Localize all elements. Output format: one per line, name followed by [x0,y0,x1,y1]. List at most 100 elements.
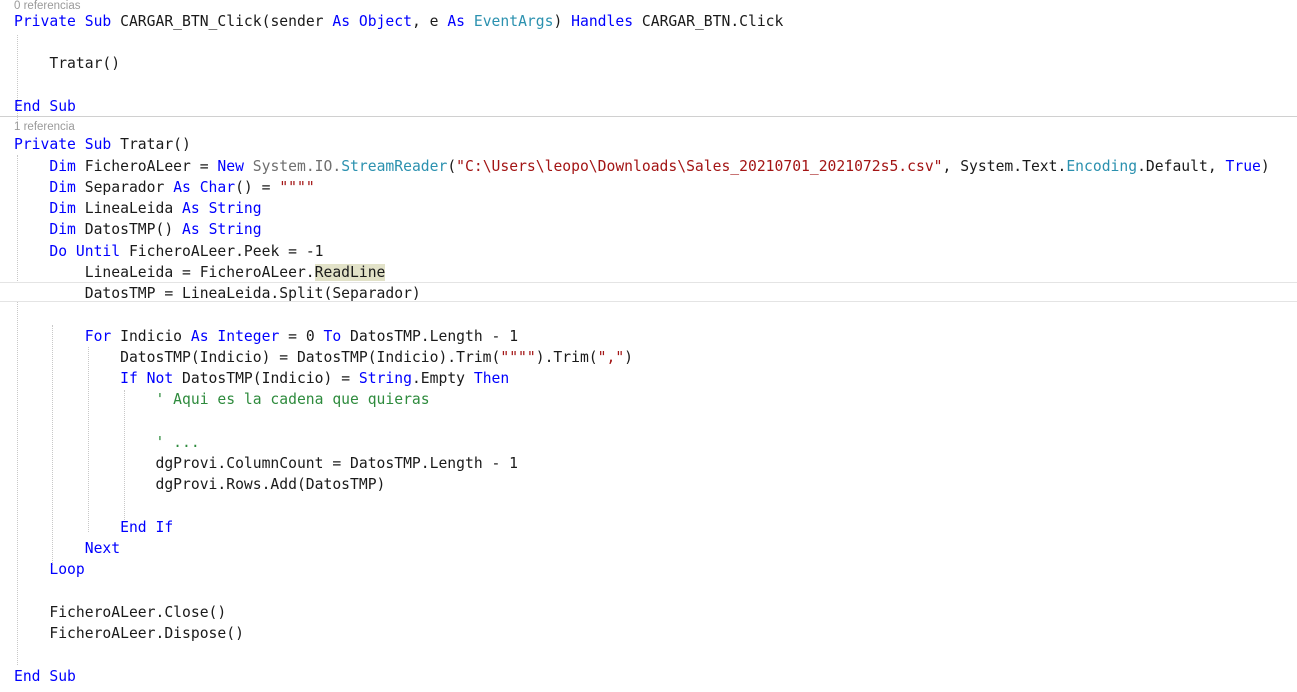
code-token: """" [279,179,315,196]
codelens-reference-count[interactable]: 1 referencia [0,120,75,134]
code-token: DatosTMP() [75,221,183,238]
code-line[interactable]: Loop [0,559,85,580]
code-line[interactable] [0,644,23,665]
code-token: Loop [49,561,85,578]
code-token: , e [411,13,448,30]
code-line[interactable]: DatosTMP = LineaLeida.Split(Separador) [0,283,421,304]
code-token: Private [14,136,76,153]
code-token: Object [358,13,412,30]
code-token: FicheroALeer = [75,158,218,175]
code-line[interactable]: DatosTMP(Indicio) = DatosTMP(Indicio).Tr… [0,347,633,368]
code-line[interactable]: Do Until FicheroALeer.Peek = -1 [0,241,324,262]
code-token: Private [14,13,76,30]
code-editor-surface[interactable]: 0 referencias 1 referencia Private Sub CA… [0,0,1297,692]
code-line[interactable] [0,74,23,95]
code-token: DatosTMP(Indicio) = [173,370,359,387]
code-token: If [120,370,138,387]
code-token: StreamReader [341,158,448,175]
code-token: Sub [49,98,76,115]
code-token: For [84,328,112,345]
code-token: As [182,221,200,238]
code-token: CARGAR_BTN.Click [633,13,784,30]
code-line[interactable]: dgProvi.Rows.Add(DatosTMP) [0,474,385,495]
highlighted-symbol: ReadLine [314,264,386,281]
code-line[interactable]: LineaLeida = FicheroALeer.ReadLine [0,262,386,283]
codelens-separator [0,116,1297,117]
code-token: Then [473,370,510,387]
code-token: End [14,668,41,685]
code-token: If [155,519,174,536]
code-token: Next [84,540,121,557]
code-line[interactable]: ' ... [0,432,200,453]
code-line[interactable]: FicheroALeer.Close() [0,602,226,623]
code-token: As [190,328,209,345]
code-token: To [323,328,342,345]
code-token: , System.Text. [942,158,1067,175]
code-line[interactable]: Private Sub Tratar() [0,134,191,155]
code-token: As [182,200,200,217]
code-token: EventArgs [473,13,554,30]
code-line[interactable]: End Sub [0,666,76,687]
code-line[interactable]: FicheroALeer.Dispose() [0,623,244,644]
code-token: String [208,221,262,238]
code-token: New [217,158,244,175]
code-token: DatosTMP(Indicio) = DatosTMP(Indicio).Tr… [14,349,501,366]
code-line[interactable]: Dim Separador As Char() = """" [0,177,315,198]
code-line[interactable]: Next [0,538,120,559]
code-token: As [173,179,191,196]
code-line[interactable]: Tratar() [0,53,120,74]
code-token: Sub [84,13,112,30]
code-token: IO [314,158,333,175]
code-token: Dim [49,158,76,175]
code-token: Integer [217,328,280,345]
code-line[interactable] [0,580,23,601]
code-line[interactable]: dgProvi.ColumnCount = DatosTMP.Length - … [0,453,518,474]
code-line[interactable] [0,495,23,516]
code-token: Handles [571,13,634,30]
code-token: Dim [49,200,76,217]
code-token: FicheroALeer.Close() [14,604,227,621]
code-line[interactable]: End Sub [0,96,76,117]
code-token: Sub [84,136,112,153]
code-line[interactable] [0,410,23,431]
code-token: """" [500,349,536,366]
code-line[interactable]: ' Aqui es la cadena que quieras [0,389,429,410]
code-line[interactable]: Private Sub CARGAR_BTN_Click(sender As O… [0,11,783,32]
code-token: Dim [49,221,76,238]
code-token: As [447,13,466,30]
code-token: FicheroALeer.Peek = -1 [120,243,324,260]
code-token: System [252,158,306,175]
code-token: As [332,13,351,30]
code-token: Indicio [111,328,191,345]
code-line[interactable]: End If [0,517,173,538]
code-token: . [332,158,342,175]
code-token: "C:\Users\leopo\Downloads\Sales_20210701… [456,158,943,175]
code-line[interactable]: Dim FicheroALeer = New System.IO.StreamR… [0,156,1270,177]
code-token: ) [1260,158,1270,175]
code-token: "," [597,349,625,366]
code-line[interactable] [0,304,23,325]
code-token: .Default, [1137,158,1226,175]
code-token: ' ... [14,434,200,451]
code-line[interactable]: Dim LineaLeida As String [0,198,261,219]
code-line[interactable] [0,32,23,53]
code-line[interactable]: If Not DatosTMP(Indicio) = String.Empty … [0,368,509,389]
code-line[interactable]: Dim DatosTMP() As String [0,219,262,240]
code-token: Dim [49,179,76,196]
code-token: () = [235,179,280,196]
code-token: . [305,158,315,175]
code-line[interactable]: For Indicio As Integer = 0 To DatosTMP.L… [0,326,518,347]
